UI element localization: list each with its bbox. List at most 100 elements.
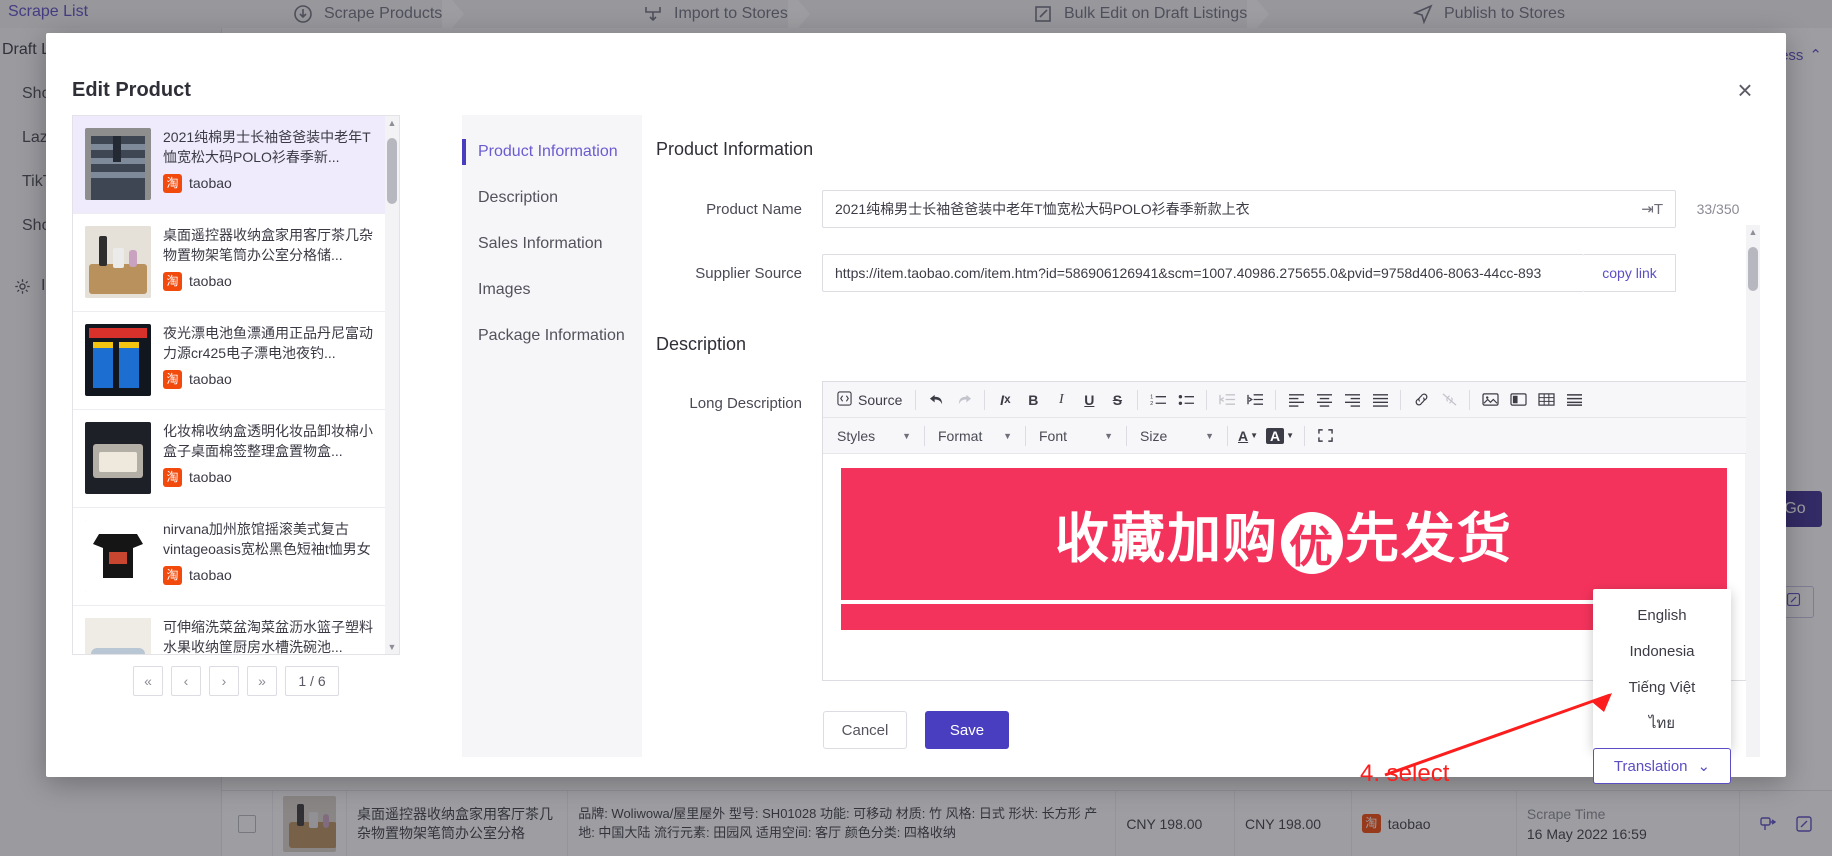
list-item-source: 淘 taobao <box>163 565 381 585</box>
scroll-down-icon[interactable]: ▼ <box>385 640 399 654</box>
size-dropdown[interactable]: Size ▼ <box>1134 424 1220 448</box>
taobao-icon: 淘 <box>163 565 182 585</box>
source-button[interactable]: Source <box>831 390 908 409</box>
toolbar-separator <box>1227 425 1228 446</box>
tab-product-information[interactable]: Product Information <box>462 129 642 175</box>
remove-format-icon[interactable]: Ix <box>992 388 1018 412</box>
list-item-source-label: taobao <box>189 567 232 584</box>
format-dropdown[interactable]: Format ▼ <box>932 424 1018 448</box>
list-item[interactable]: nirvana加州旅馆摇滚美式复古vintageoasis宽松黑色短袖t恤男女 … <box>73 508 399 606</box>
list-item[interactable]: 化妆棉收纳盒透明化妆品卸妆棉小盒子桌面棉签整理盒置物盒... 淘 taobao <box>73 410 399 508</box>
table-icon[interactable] <box>1533 388 1559 412</box>
horizontal-rule-icon[interactable] <box>1561 388 1587 412</box>
font-dropdown[interactable]: Font ▼ <box>1033 424 1119 448</box>
tab-sales-information[interactable]: Sales Information <box>462 221 642 267</box>
product-thumbnail <box>85 422 151 494</box>
bold-icon[interactable]: B <box>1020 388 1046 412</box>
tab-label: Images <box>478 281 531 298</box>
list-item[interactable]: 2021纯棉男士长袖爸爸装中老年T恤宽松大码POLO衫春季新... 淘 taob… <box>73 116 399 214</box>
maximize-icon[interactable] <box>1312 424 1338 448</box>
product-name-label: Product Name <box>706 200 802 218</box>
pager-last-button[interactable]: » <box>247 666 277 696</box>
pager-first-button[interactable]: « <box>133 666 163 696</box>
toolbar-separator <box>1206 389 1208 410</box>
italic-icon[interactable]: I <box>1048 388 1074 412</box>
product-list-scrollbar[interactable]: ▲ ▼ <box>385 116 399 654</box>
scroll-up-icon[interactable]: ▲ <box>1746 225 1760 239</box>
chevron-down-icon: ▼ <box>902 430 911 441</box>
cancel-button[interactable]: Cancel <box>823 711 907 749</box>
taobao-icon: 淘 <box>163 467 182 487</box>
tab-package-information[interactable]: Package Information <box>462 313 642 359</box>
pager-next-button[interactable]: › <box>209 666 239 696</box>
page-break-icon[interactable] <box>1505 388 1531 412</box>
numbered-list-icon[interactable]: 12 <box>1145 388 1171 412</box>
source-button-label: Source <box>858 391 903 408</box>
list-item-meta: 可伸缩洗菜盆淘菜盆沥水篮子塑料水果收纳筐厨房水槽洗碗池... 淘 taobao <box>163 618 381 654</box>
product-list[interactable]: 2021纯棉男士长袖爸爸装中老年T恤宽松大码POLO衫春季新... 淘 taob… <box>72 115 400 655</box>
styles-dropdown-label: Styles <box>837 427 876 444</box>
save-button[interactable]: Save <box>925 711 1009 749</box>
image-icon[interactable] <box>1477 388 1503 412</box>
chevron-down-icon: ▼ <box>1104 430 1113 441</box>
link-icon[interactable] <box>1408 388 1434 412</box>
underline-icon[interactable]: U <box>1076 388 1102 412</box>
list-item[interactable]: 夜光漂电池鱼漂通用正品丹尼富动力源cr425电子漂电池夜钓... 淘 taoba… <box>73 312 399 410</box>
unlink-icon[interactable] <box>1436 388 1462 412</box>
section-heading-product-information: Product Information <box>656 139 814 159</box>
tab-description[interactable]: Description <box>462 175 642 221</box>
translation-option-indonesia[interactable]: Indonesia <box>1593 633 1731 669</box>
taobao-icon: 淘 <box>163 271 182 291</box>
indent-icon[interactable] <box>1242 388 1268 412</box>
product-thumbnail <box>85 618 151 654</box>
list-item-source-label: taobao <box>189 469 232 486</box>
product-thumbnail <box>85 324 151 396</box>
outdent-icon[interactable] <box>1214 388 1240 412</box>
tab-label: Sales Information <box>478 235 603 252</box>
text-format-icon[interactable]: ⇥T <box>1641 200 1663 218</box>
scrollbar-thumb[interactable] <box>1748 247 1758 291</box>
strikethrough-icon[interactable]: S <box>1104 388 1130 412</box>
tab-label: Package Information <box>478 327 625 344</box>
tab-label: Description <box>478 189 559 206</box>
redo-icon[interactable] <box>951 388 977 412</box>
justify-icon[interactable] <box>1367 388 1393 412</box>
form-scrollbar[interactable]: ▲ ▼ <box>1746 225 1760 757</box>
toolbar-separator <box>984 389 986 410</box>
toolbar-separator <box>924 425 925 446</box>
section-tabs[interactable]: Product Information Description Sales In… <box>462 115 642 757</box>
close-icon[interactable]: × <box>1730 75 1760 105</box>
list-item[interactable]: 可伸缩洗菜盆淘菜盆沥水篮子塑料水果收纳筐厨房水槽洗碗池... 淘 taobao <box>73 606 399 654</box>
chevron-down-icon: ▼ <box>1286 431 1295 440</box>
text-color-icon[interactable]: A ▼ <box>1235 424 1261 448</box>
scroll-up-icon[interactable]: ▲ <box>385 116 399 130</box>
align-center-icon[interactable] <box>1311 388 1337 412</box>
styles-dropdown[interactable]: Styles ▼ <box>831 424 917 448</box>
list-item-meta: nirvana加州旅馆摇滚美式复古vintageoasis宽松黑色短袖t恤男女 … <box>163 520 381 585</box>
toolbar-separator <box>1126 425 1127 446</box>
background-color-icon[interactable]: A ▼ <box>1263 424 1297 448</box>
pager-prev-button[interactable]: ‹ <box>171 666 201 696</box>
editor-toolbar-row-1[interactable]: Source Ix B I U S 1 2 <box>823 382 1759 418</box>
undo-icon[interactable] <box>923 388 949 412</box>
editor-toolbar-row-2[interactable]: Styles ▼ Format ▼ Font ▼ Size ▼ A ▼ A ▼ <box>823 418 1759 454</box>
bulleted-list-icon[interactable] <box>1173 388 1199 412</box>
scrollbar-thumb[interactable] <box>387 138 397 204</box>
promo-banner-text: 收藏加购优先发货 <box>1055 507 1513 574</box>
toolbar-separator <box>915 389 917 410</box>
taobao-icon: 淘 <box>163 173 182 193</box>
svg-text:1: 1 <box>1150 395 1153 401</box>
format-dropdown-label: Format <box>938 427 983 444</box>
list-item[interactable]: 桌面遥控器收纳盒家用客厅茶几杂物置物架笔筒办公室分格储... 淘 taobao <box>73 214 399 312</box>
tab-images[interactable]: Images <box>462 267 642 313</box>
promo-highlight-circle: 优 <box>1281 511 1343 574</box>
product-name-counter: 33/350 <box>1696 201 1740 217</box>
list-item-source-label: taobao <box>189 371 232 388</box>
align-left-icon[interactable] <box>1283 388 1309 412</box>
translation-option-english[interactable]: English <box>1593 597 1731 633</box>
product-name-input[interactable]: 2021纯棉男士长袖爸爸装中老年T恤宽松大码POLO衫春季新款上衣 ⇥T <box>822 190 1676 228</box>
product-list-pager[interactable]: « ‹ › » 1 / 6 <box>72 661 400 701</box>
copy-link-button[interactable]: copy link <box>1584 254 1676 292</box>
supplier-source-input[interactable]: https://item.taobao.com/item.htm?id=5869… <box>822 254 1584 292</box>
align-right-icon[interactable] <box>1339 388 1365 412</box>
